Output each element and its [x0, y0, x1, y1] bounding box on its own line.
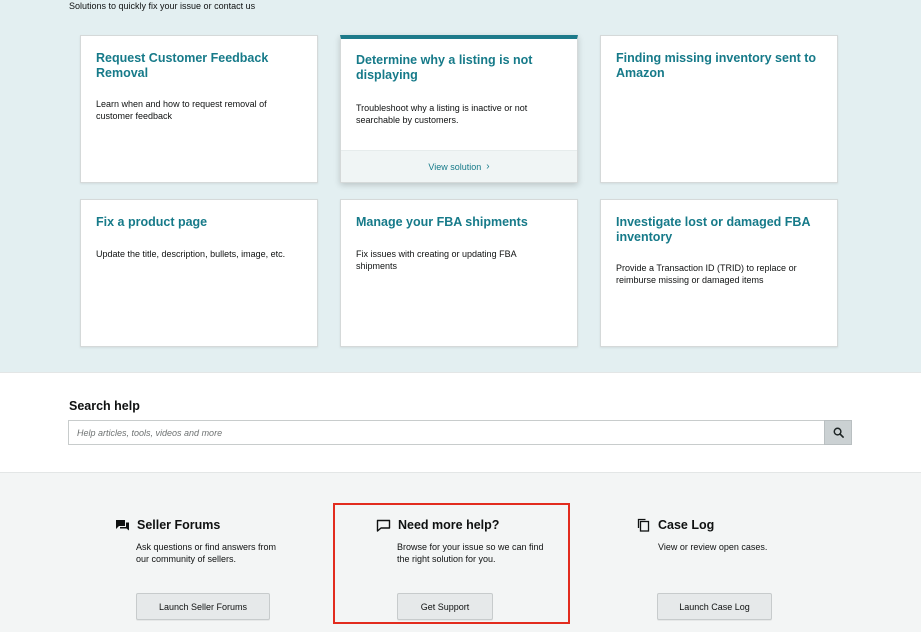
chat-bubble-icon — [375, 518, 391, 532]
launch-case-log-button[interactable]: Launch Case Log — [657, 593, 772, 620]
search-help-title: Search help — [69, 399, 140, 413]
card-description: Fix issues with creating or updating FBA… — [356, 249, 517, 271]
solutions-section: Solutions to quickly fix your issue or c… — [0, 0, 921, 372]
card-description: Update the title, description, bullets, … — [96, 249, 286, 259]
get-support-button[interactable]: Get Support — [397, 593, 493, 620]
seller-forums-title: Seller Forums — [137, 518, 221, 532]
card-title: Determine why a listing is not displayin… — [356, 53, 533, 82]
launch-seller-forums-button[interactable]: Launch Seller Forums — [136, 593, 270, 620]
card-fba-shipments[interactable]: Manage your FBA shipments Fix issues wit… — [340, 199, 578, 347]
card-lost-damaged-inventory[interactable]: Investigate lost or damaged FBA inventor… — [600, 199, 838, 347]
card-title: Request Customer Feedback Removal — [96, 51, 269, 80]
card-missing-inventory[interactable]: Finding missing inventory sent to Amazon — [600, 35, 838, 183]
forum-icon — [114, 518, 130, 532]
case-log-title: Case Log — [658, 518, 715, 532]
card-description: Learn when and how to request removal of… — [96, 99, 267, 121]
card-title: Finding missing inventory sent to Amazon — [616, 51, 817, 80]
copy-icon — [635, 518, 651, 532]
card-listing-not-displaying[interactable]: Determine why a listing is not displayin… — [340, 35, 578, 183]
card-title: Fix a product page — [96, 215, 208, 229]
view-solution-label: View solution — [428, 161, 482, 172]
search-input[interactable] — [68, 420, 824, 445]
card-description: Troubleshoot why a listing is inactive o… — [356, 103, 528, 125]
search-button[interactable] — [824, 420, 852, 445]
card-fix-product-page[interactable]: Fix a product page Update the title, des… — [80, 199, 318, 347]
need-more-help-title: Need more help? — [398, 518, 500, 532]
card-title: Manage your FBA shipments — [356, 215, 528, 229]
case-log-heading: Case Log — [635, 518, 714, 532]
chevron-right-icon: › — [486, 161, 490, 172]
view-solution-link[interactable]: View solution › — [341, 150, 577, 182]
card-description: Provide a Transaction ID (TRID) to repla… — [616, 263, 797, 285]
need-more-help-description: Browse for your issue so we can find the… — [397, 542, 544, 564]
case-log-description: View or review open cases. — [658, 542, 768, 552]
search-icon — [833, 427, 844, 438]
seller-forums-heading: Seller Forums — [114, 518, 220, 532]
solutions-subtitle: Solutions to quickly fix your issue or c… — [69, 1, 256, 11]
card-title: Investigate lost or damaged FBA inventor… — [616, 215, 811, 244]
need-more-help-heading: Need more help? — [375, 518, 499, 532]
card-request-feedback-removal[interactable]: Request Customer Feedback Removal Learn … — [80, 35, 318, 183]
more-help-section: Seller Forums Ask questions or find answ… — [0, 472, 921, 632]
search-help-section: Search help — [0, 372, 921, 472]
seller-forums-description: Ask questions or find answers from our c… — [136, 542, 277, 564]
